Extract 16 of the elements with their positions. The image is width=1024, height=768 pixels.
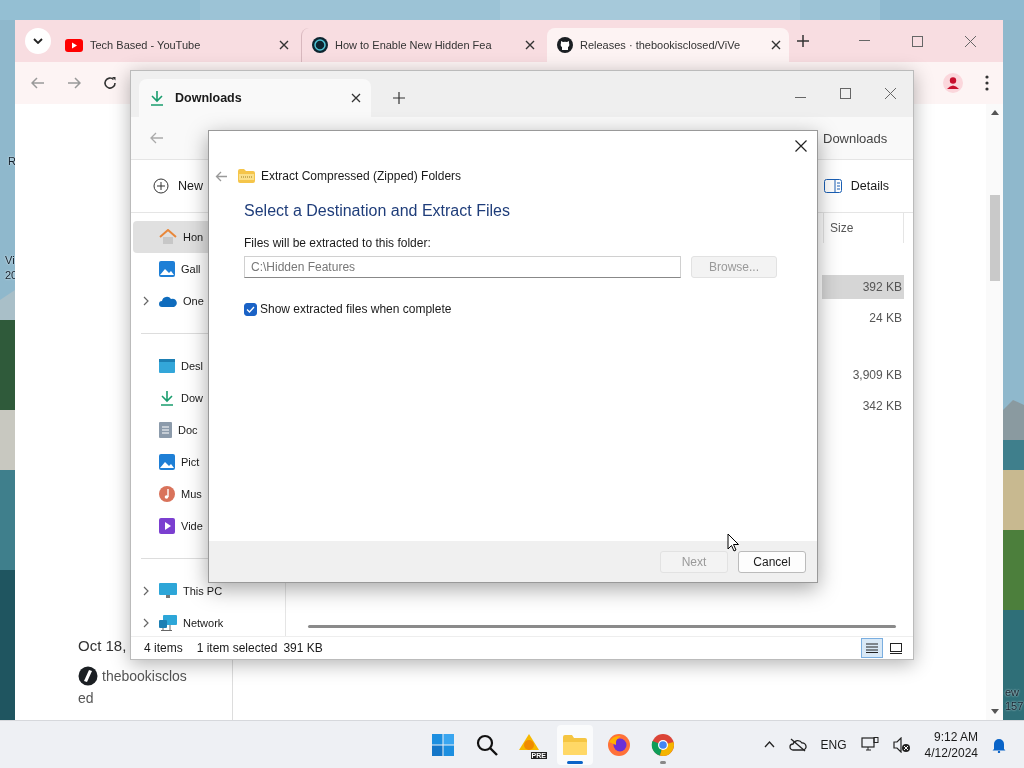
desktop-icon-label: Vi (5, 254, 15, 266)
desktop-icon-label: 157 (1005, 700, 1024, 712)
wizard-title: Extract Compressed (Zipped) Folders (261, 169, 462, 183)
item-count: 4 items (144, 641, 183, 655)
size-cell-text: 342 KB (861, 397, 903, 415)
size-cell-text: 3,909 KB (851, 366, 903, 384)
size-cell: 392 KB (822, 274, 904, 299)
desktop-icon-label: R (8, 155, 16, 167)
selection-count: 1 item selected (196, 641, 278, 655)
desktop-icon-label: ew (1005, 686, 1020, 698)
size-cell-text: 24 KB (868, 309, 903, 327)
release-date: Oct 18, (78, 637, 127, 654)
field-label: Files will be extracted to this folder: (244, 236, 431, 250)
selection-size: 391 KB (283, 641, 323, 655)
dialog-heading: Select a Destination and Extract Files (244, 202, 510, 220)
desktop-icon-label: 20 (5, 269, 18, 281)
